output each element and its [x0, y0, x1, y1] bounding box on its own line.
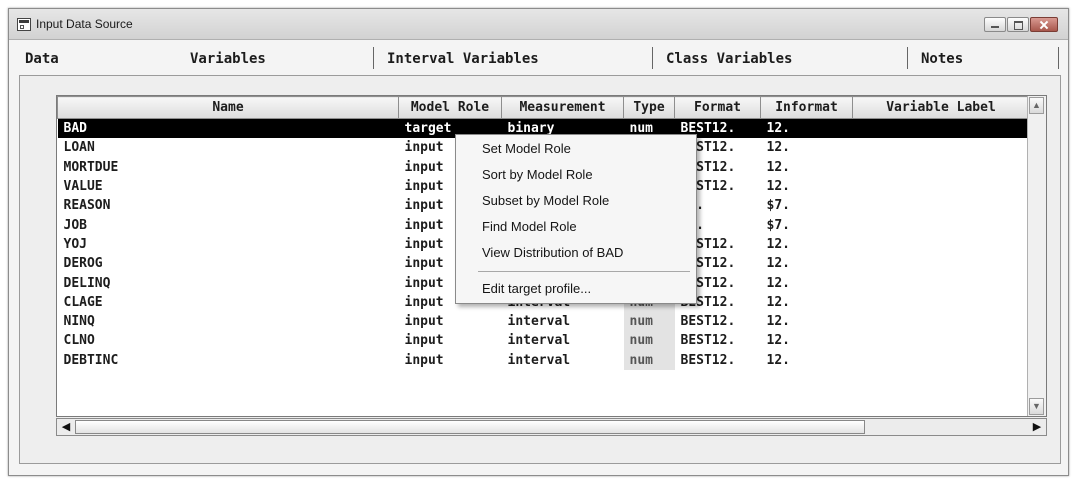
column-header-name[interactable]: Name	[57, 96, 399, 119]
menu-item-view-distribution[interactable]: View Distribution of BAD	[482, 245, 623, 260]
cell-informat: $7.	[766, 217, 790, 233]
title-bar[interactable]: Input Data Source	[9, 9, 1068, 40]
cell-informat: 12.	[766, 159, 790, 175]
minimize-icon[interactable]	[984, 17, 1006, 32]
table-row[interactable]: CLNO input interval num BEST12. 12.	[58, 331, 1030, 351]
window-title: Input Data Source	[36, 17, 133, 31]
column-header-type[interactable]: Type	[623, 96, 675, 119]
cell-informat: 12.	[766, 256, 790, 272]
table-row[interactable]: NINQ input interval num BEST12. 12.	[58, 311, 1030, 332]
cell-format: BEST12.	[680, 352, 736, 368]
cell-variable-label	[853, 196, 1030, 215]
app-icon	[17, 18, 31, 31]
cell-variable-label	[853, 293, 1030, 312]
cell-variable-label	[853, 312, 1030, 331]
context-menu: Set Model Role Sort by Model Role Subset…	[455, 134, 697, 304]
cell-variable-label	[853, 235, 1030, 254]
cell-name: LOAN	[63, 140, 95, 156]
tab-interval-variables[interactable]: Interval Variables	[387, 51, 539, 67]
cell-variable-label	[853, 177, 1030, 196]
cell-type: num	[623, 350, 675, 370]
cell-model-role: input	[404, 333, 444, 349]
cell-informat: 12.	[766, 140, 790, 156]
cell-name: CLNO	[63, 333, 95, 349]
cell-informat: 12.	[766, 314, 790, 330]
cell-measurement: interval	[507, 352, 571, 368]
menu-item-sort-by-model-role[interactable]: Sort by Model Role	[482, 167, 593, 182]
cell-variable-label	[852, 118, 1030, 139]
cell-model-role: input	[404, 352, 444, 368]
scroll-up-icon[interactable]: ▲	[1029, 97, 1044, 114]
cell-name: DEROG	[63, 256, 103, 272]
cell-variable-label	[853, 138, 1030, 157]
cell-name: BAD	[57, 118, 399, 139]
close-icon[interactable]	[1030, 17, 1058, 32]
scroll-left-icon[interactable]: ◀	[58, 420, 74, 434]
column-header-measurement[interactable]: Measurement	[501, 96, 624, 119]
cell-variable-label	[853, 331, 1030, 350]
cell-informat: 12.	[766, 275, 790, 291]
cell-name: MORTDUE	[63, 159, 119, 175]
table-header-row: Name Model Role Measurement Type Format …	[57, 96, 1030, 119]
tab-variables[interactable]: Variables	[190, 51, 266, 67]
vertical-scrollbar[interactable]: ▲ ▼	[1027, 96, 1046, 416]
cell-variable-label	[853, 273, 1030, 292]
menu-item-set-model-role[interactable]: Set Model Role	[482, 141, 571, 156]
column-header-model-role[interactable]: Model Role	[398, 96, 502, 119]
cell-measurement: interval	[507, 333, 571, 349]
cell-name: VALUE	[63, 179, 103, 195]
tab-class-variables[interactable]: Class Variables	[666, 51, 792, 67]
tab-separator	[907, 47, 908, 69]
cell-name: YOJ	[63, 236, 87, 252]
cell-format: BEST12.	[680, 333, 736, 349]
menu-item-edit-target-profile[interactable]: Edit target profile...	[482, 281, 591, 296]
cell-informat: 12.	[766, 179, 790, 195]
scroll-down-icon[interactable]: ▼	[1029, 398, 1044, 415]
cell-variable-label	[853, 351, 1030, 370]
tab-data[interactable]: Data	[25, 51, 59, 67]
cell-name: REASON	[63, 198, 111, 214]
cell-name: JOB	[63, 217, 87, 233]
cell-type: num	[623, 311, 675, 332]
cell-variable-label	[853, 215, 1030, 234]
cell-informat: 12.	[766, 236, 790, 252]
column-header-format[interactable]: Format	[674, 96, 761, 119]
tab-separator	[373, 47, 374, 69]
tab-notes[interactable]: Notes	[921, 51, 963, 67]
cell-format: BEST12.	[680, 314, 736, 330]
menu-item-subset-by-model-role[interactable]: Subset by Model Role	[482, 193, 609, 208]
maximize-icon[interactable]	[1007, 17, 1029, 32]
horizontal-scrollbar[interactable]: ◀ ▶	[56, 418, 1047, 436]
cell-informat: $7.	[766, 198, 790, 214]
cell-name: NINQ	[63, 314, 95, 330]
menu-item-find-model-role[interactable]: Find Model Role	[482, 219, 577, 234]
cell-name: DEBTINC	[63, 352, 119, 368]
cell-name: CLAGE	[63, 294, 103, 310]
column-header-informat[interactable]: Informat	[760, 96, 853, 119]
scroll-right-icon[interactable]: ▶	[1029, 420, 1045, 434]
cell-model-role: input	[404, 314, 444, 330]
tab-separator	[652, 47, 653, 69]
column-header-variable-label[interactable]: Variable Label	[852, 96, 1030, 119]
cell-name: DELINQ	[63, 275, 111, 291]
cell-variable-label	[853, 158, 1030, 177]
cell-informat: 12.	[766, 352, 790, 368]
cell-type: num	[623, 331, 675, 351]
cell-informat: 12.	[766, 294, 790, 310]
cell-informat: 12.	[760, 118, 853, 139]
cell-informat: 12.	[766, 333, 790, 349]
horizontal-scroll-thumb[interactable]	[75, 420, 865, 434]
cell-variable-label	[853, 254, 1030, 273]
tab-bar: Data Variables Interval Variables Class …	[9, 39, 1068, 77]
tab-separator	[1058, 47, 1059, 69]
cell-measurement: interval	[507, 314, 571, 330]
menu-separator	[478, 271, 690, 272]
table-row[interactable]: DEBTINC input interval num BEST12. 12.	[58, 350, 1030, 370]
